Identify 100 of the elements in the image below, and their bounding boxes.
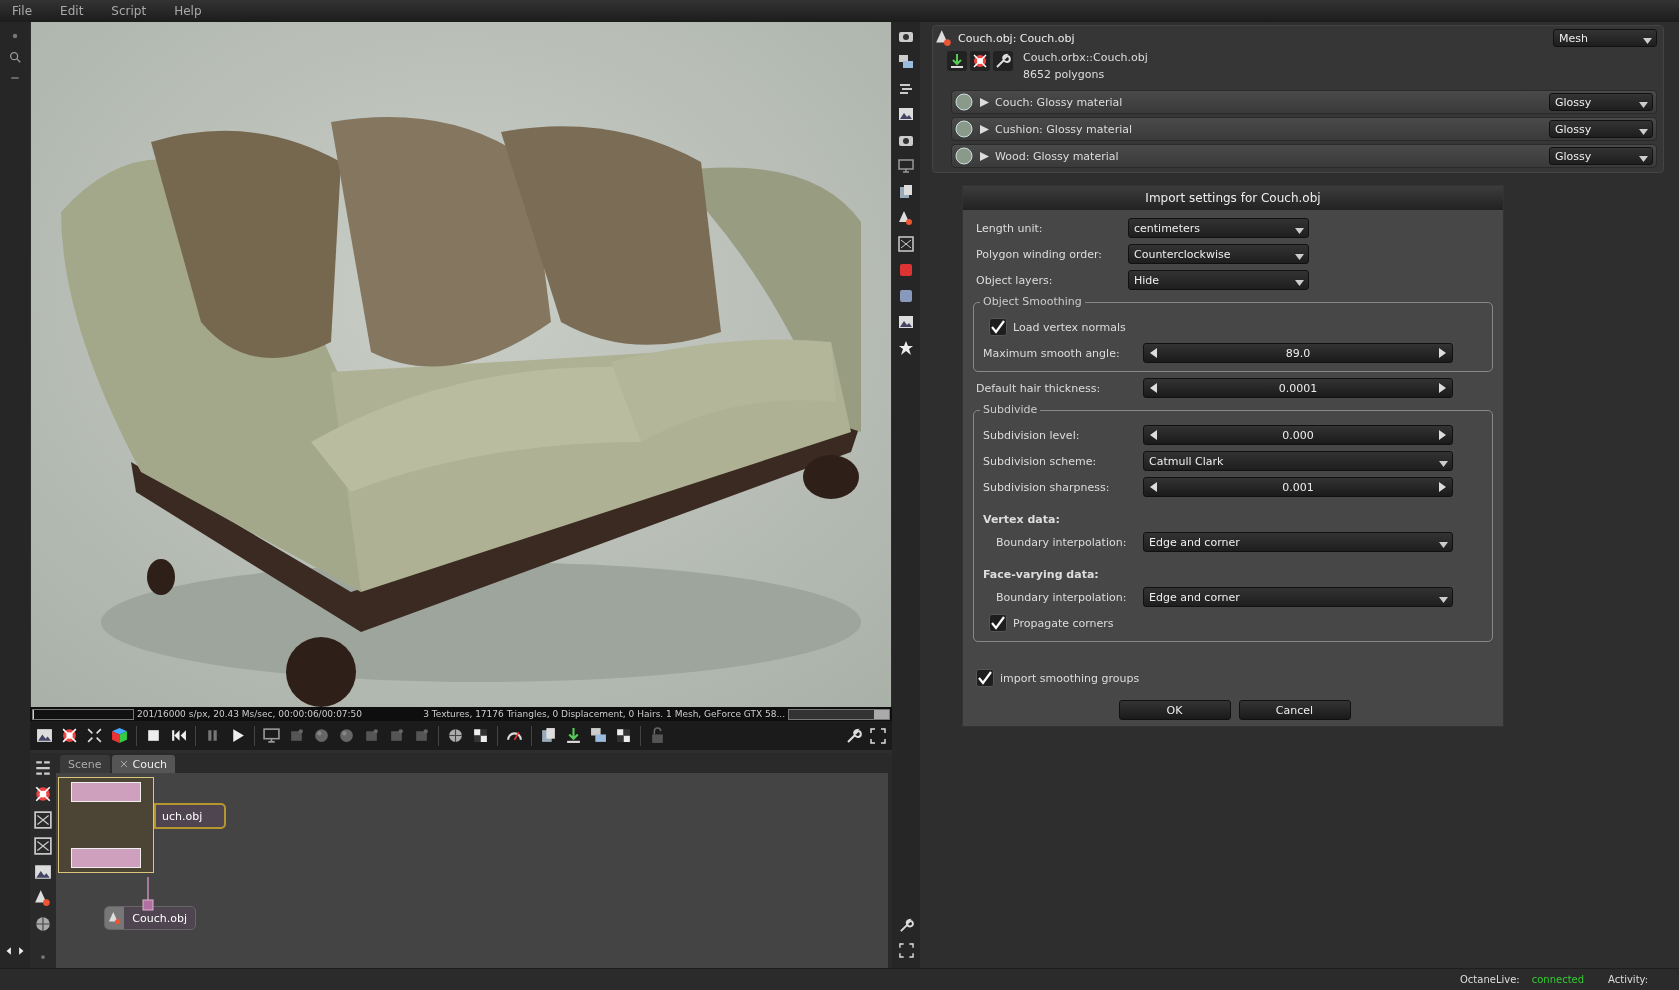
- wrench-icon[interactable]: [993, 51, 1013, 71]
- checker-icon[interactable]: [615, 727, 632, 744]
- dropdown[interactable]: Glossy: [1549, 147, 1653, 165]
- checkbox[interactable]: [989, 614, 1007, 632]
- dropdown[interactable]: Glossy: [1549, 120, 1653, 138]
- checkbox[interactable]: [976, 669, 994, 687]
- increment-arrow-icon[interactable]: [1439, 383, 1446, 393]
- dropdown[interactable]: Mesh: [1553, 29, 1657, 47]
- dropdown[interactable]: centimeters: [1128, 218, 1309, 238]
- layers-icon[interactable]: [590, 727, 607, 744]
- section-heading: Face-varying data:: [983, 568, 1100, 581]
- stop-icon[interactable]: [145, 727, 162, 744]
- menu-item[interactable]: Edit: [60, 4, 84, 18]
- decrement-arrow-icon[interactable]: [1150, 383, 1157, 393]
- connection-status: connected: [1531, 974, 1585, 985]
- lock-icon[interactable]: [649, 727, 666, 744]
- left-arrow-icon[interactable]: [4, 946, 14, 956]
- checkbox-label: import smoothing groups: [1000, 671, 1140, 685]
- expand-arrow-icon[interactable]: [980, 124, 989, 134]
- checker-icon[interactable]: [472, 727, 489, 744]
- tab[interactable]: Couch: [111, 755, 175, 773]
- decrement-arrow-icon[interactable]: [1150, 482, 1157, 492]
- graph-node[interactable]: Couch.obj: [104, 906, 196, 930]
- caret-icon: [1295, 254, 1304, 260]
- dropdown[interactable]: Counterclockwise: [1128, 244, 1309, 264]
- checkbox[interactable]: [989, 318, 1007, 336]
- material-name: Cushion: Glossy material: [995, 122, 1132, 136]
- shapes-icon[interactable]: [34, 889, 52, 907]
- monitor-icon[interactable]: [898, 158, 914, 174]
- image-icon[interactable]: [36, 727, 53, 744]
- shrink-icon[interactable]: [86, 727, 103, 744]
- dropdown[interactable]: Edge and corner: [1143, 587, 1453, 607]
- right-arrow-icon[interactable]: [16, 946, 26, 956]
- dropdown[interactable]: Glossy: [1549, 93, 1653, 111]
- close-icon[interactable]: [119, 760, 128, 768]
- fullscreen-icon[interactable]: [870, 727, 886, 744]
- sphere-icon[interactable]: [338, 727, 355, 744]
- cube-icon[interactable]: [111, 727, 128, 744]
- download-icon[interactable]: [565, 727, 582, 744]
- grid-icon[interactable]: [898, 236, 914, 252]
- field-label: Subdivision scheme:: [983, 454, 1098, 468]
- tab[interactable]: Scene: [60, 755, 110, 773]
- number-stepper[interactable]: 0.0001: [1143, 378, 1453, 398]
- menu-item[interactable]: Help: [174, 4, 202, 18]
- clipboard-icon[interactable]: [540, 727, 557, 744]
- image-icon[interactable]: [898, 106, 914, 122]
- cube-icon[interactable]: [898, 288, 914, 304]
- cube-icon[interactable]: [898, 262, 914, 278]
- dialog-button[interactable]: Cancel: [1238, 700, 1351, 720]
- skip-back-icon[interactable]: [170, 727, 187, 744]
- number-stepper[interactable]: 0.000: [1143, 425, 1453, 445]
- zoom-icon[interactable]: [8, 50, 22, 64]
- increment-arrow-icon[interactable]: [1439, 482, 1446, 492]
- expand-arrow-icon[interactable]: [980, 151, 989, 161]
- decrement-arrow-icon[interactable]: [1150, 348, 1157, 358]
- sphere-icon[interactable]: [34, 915, 52, 933]
- material-row[interactable]: Wood: Glossy material Glossy: [951, 144, 1657, 168]
- dropdown[interactable]: Catmull Clark: [1143, 451, 1453, 471]
- caret-icon: [1643, 38, 1652, 44]
- tool-icon[interactable]: [288, 727, 305, 744]
- number-stepper[interactable]: 89.0: [1143, 343, 1453, 363]
- number-stepper[interactable]: 0.001: [1143, 477, 1453, 497]
- dialog-button[interactable]: OK: [1118, 700, 1231, 720]
- mesh-icon[interactable]: [935, 29, 953, 47]
- image-icon[interactable]: [34, 863, 52, 881]
- material-row[interactable]: Couch: Glossy material Glossy: [951, 90, 1657, 114]
- grid-icon[interactable]: [34, 811, 52, 829]
- tool-icon[interactable]: [363, 727, 380, 744]
- target-icon[interactable]: [34, 785, 52, 803]
- service-label: OctaneLive:: [1460, 974, 1520, 985]
- menu-item[interactable]: File: [12, 4, 33, 18]
- layers-icon[interactable]: [898, 54, 914, 70]
- menu-item[interactable]: Script: [111, 4, 147, 18]
- checkbox-label: Load vertex normals: [1013, 320, 1126, 334]
- star-icon[interactable]: [898, 340, 914, 356]
- grid-icon[interactable]: [34, 837, 52, 855]
- material-row[interactable]: Cushion: Glossy material Glossy: [951, 117, 1657, 141]
- settings-icon[interactable]: [846, 727, 862, 744]
- increment-arrow-icon[interactable]: [1439, 348, 1446, 358]
- graph-icon[interactable]: [34, 759, 52, 777]
- dot-icon[interactable]: [38, 952, 48, 962]
- dropdown[interactable]: Edge and corner: [1143, 532, 1453, 552]
- checkbox-label: Propagate corners: [1013, 616, 1114, 630]
- settings-icon[interactable]: [898, 918, 914, 933]
- dropdown[interactable]: Hide: [1128, 270, 1309, 290]
- monitor-icon[interactable]: [263, 727, 280, 744]
- material-name: Wood: Glossy material: [995, 149, 1119, 163]
- decrement-arrow-icon[interactable]: [1150, 430, 1157, 440]
- graph-node[interactable]: uch.obj: [154, 803, 226, 829]
- expand-arrow-icon[interactable]: [980, 97, 989, 107]
- increment-arrow-icon[interactable]: [1439, 430, 1446, 440]
- image-icon[interactable]: [898, 314, 914, 330]
- square-icon[interactable]: [413, 727, 430, 744]
- fullscreen-icon[interactable]: [898, 943, 914, 958]
- navigator-minimap[interactable]: [58, 777, 154, 873]
- target-icon[interactable]: [61, 727, 78, 744]
- shapes-icon[interactable]: [898, 210, 914, 226]
- globe-icon[interactable]: [447, 727, 464, 744]
- dialog-title: Import settings for Couch.obj: [963, 186, 1503, 210]
- caret-icon: [1639, 102, 1648, 108]
